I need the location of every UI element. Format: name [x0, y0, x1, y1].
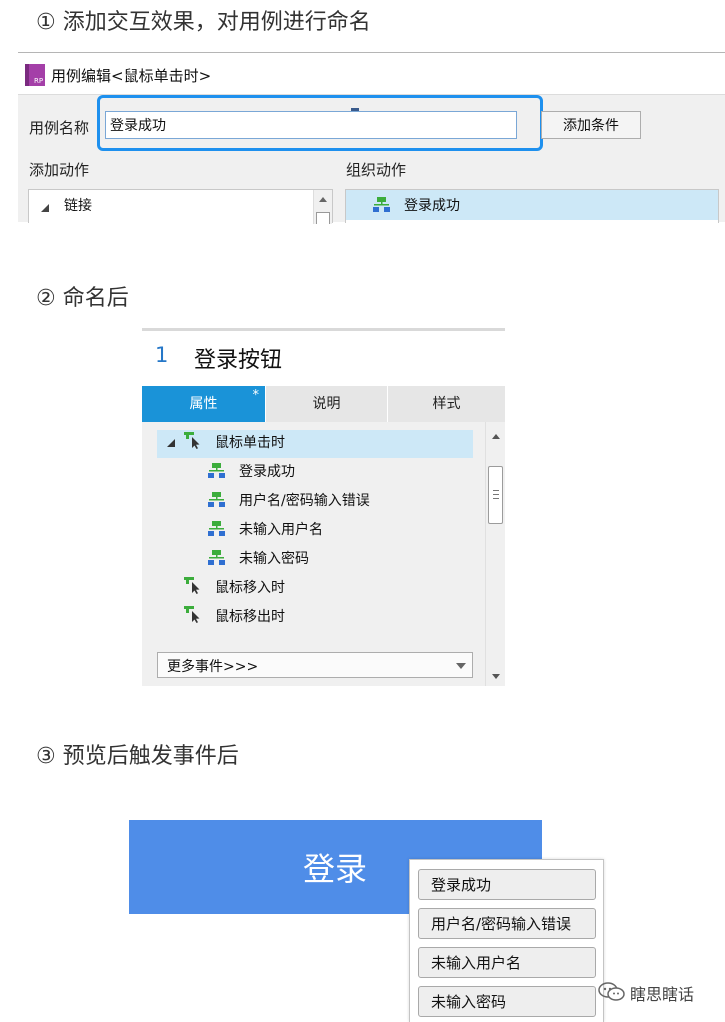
events-list: 鼠标单击时 登录成功 用户名/密码输入错误 未输入用户名 未输入密码 鼠标移入时 — [142, 422, 485, 686]
case-row-selected[interactable]: 登录成功 — [346, 190, 718, 220]
widget-name: 登录按钮 — [194, 348, 283, 373]
event-label-mouse-leave[interactable]: 鼠标移出时 — [215, 606, 285, 626]
axure-rp-icon: RP — [25, 64, 45, 86]
event-label-mouse-enter[interactable]: 鼠标移入时 — [215, 577, 285, 597]
tab-label: 属性 — [189, 396, 218, 412]
watermark-text: 瞎思瞎话 — [630, 985, 695, 1004]
scroll-up-icon[interactable] — [319, 197, 327, 202]
more-events-select[interactable]: 更多事件>>> — [157, 652, 473, 678]
widget-number: 1 — [155, 343, 169, 367]
case-name-input[interactable] — [105, 111, 517, 139]
watermark: 瞎思瞎话 — [598, 979, 708, 1005]
case-name-label: 用例名称 — [29, 119, 90, 137]
dialog-titlebar: RP 用例编辑<鼠标单击时> — [18, 53, 725, 95]
step-1-title: ① 添加交互效果，对用例进行命名 — [36, 10, 371, 35]
tree-expand-icon[interactable] — [41, 204, 49, 212]
case-option-button[interactable]: 未输入密码 — [418, 986, 596, 1017]
step-3-title: ③ 预览后触发事件后 — [36, 744, 239, 769]
case-option-button[interactable]: 未输入用户名 — [418, 947, 596, 978]
collapse-icon[interactable] — [167, 439, 175, 447]
events-scrollbar[interactable] — [485, 422, 505, 686]
case-selection-popup: 登录成功 用户名/密码输入错误 未输入用户名 未输入密码 — [409, 859, 604, 1022]
scroll-down-icon[interactable] — [492, 674, 500, 679]
scroll-thumb[interactable] — [316, 212, 330, 224]
case-icon — [208, 492, 225, 507]
tab-style[interactable]: 样式 — [387, 386, 505, 422]
case-editor-dialog: RP 用例编辑<鼠标单击时> 用例名称 添加条件 添加动作 组织动作 链接 登录… — [18, 52, 725, 224]
wechat-icon — [598, 982, 625, 1001]
event-icon — [184, 606, 200, 623]
organize-actions-pane: 登录成功 — [345, 189, 719, 223]
case-option-button[interactable]: 用户名/密码输入错误 — [418, 908, 596, 939]
case-item[interactable]: 用户名/密码输入错误 — [239, 490, 370, 510]
event-icon — [184, 432, 200, 449]
case-item[interactable]: 未输入用户名 — [239, 519, 323, 539]
more-events-label: 更多事件>>> — [167, 659, 259, 675]
add-actions-pane: 链接 — [28, 189, 333, 224]
event-label-click: 鼠标单击时 — [215, 435, 285, 451]
add-condition-button[interactable]: 添加条件 — [541, 111, 641, 139]
grip-icon — [493, 490, 499, 499]
tab-properties[interactable]: 属性 * — [142, 386, 265, 422]
modified-marker: * — [252, 388, 260, 403]
add-actions-label: 添加动作 — [29, 161, 90, 179]
event-icon — [184, 577, 200, 594]
case-icon — [373, 197, 390, 212]
panel-divider — [142, 328, 505, 331]
scroll-thumb[interactable] — [488, 466, 503, 524]
panel-tabs: 属性 * 说明 样式 — [142, 386, 505, 422]
tree-item-link[interactable]: 链接 — [64, 195, 92, 215]
case-icon — [208, 550, 225, 565]
case-icon — [208, 463, 225, 478]
interactions-panel: 1 登录按钮 属性 * 说明 样式 鼠标单击时 登录成功 用户名/密码输入错误 … — [142, 328, 505, 686]
dialog-title: 用例编辑<鼠标单击时> — [51, 67, 212, 85]
event-row-click-selected[interactable] — [157, 430, 473, 458]
scroll-up-icon[interactable] — [492, 434, 500, 439]
case-label: 登录成功 — [404, 198, 460, 214]
step-2-title: ② 命名后 — [36, 286, 129, 311]
case-option-button[interactable]: 登录成功 — [418, 869, 596, 900]
case-icon — [208, 521, 225, 536]
case-item[interactable]: 未输入密码 — [239, 548, 309, 568]
tab-notes[interactable]: 说明 — [265, 386, 387, 422]
chevron-down-icon — [456, 663, 466, 669]
organize-actions-label: 组织动作 — [346, 161, 407, 179]
case-item[interactable]: 登录成功 — [239, 461, 295, 481]
actions-scrollbar[interactable] — [313, 190, 332, 224]
